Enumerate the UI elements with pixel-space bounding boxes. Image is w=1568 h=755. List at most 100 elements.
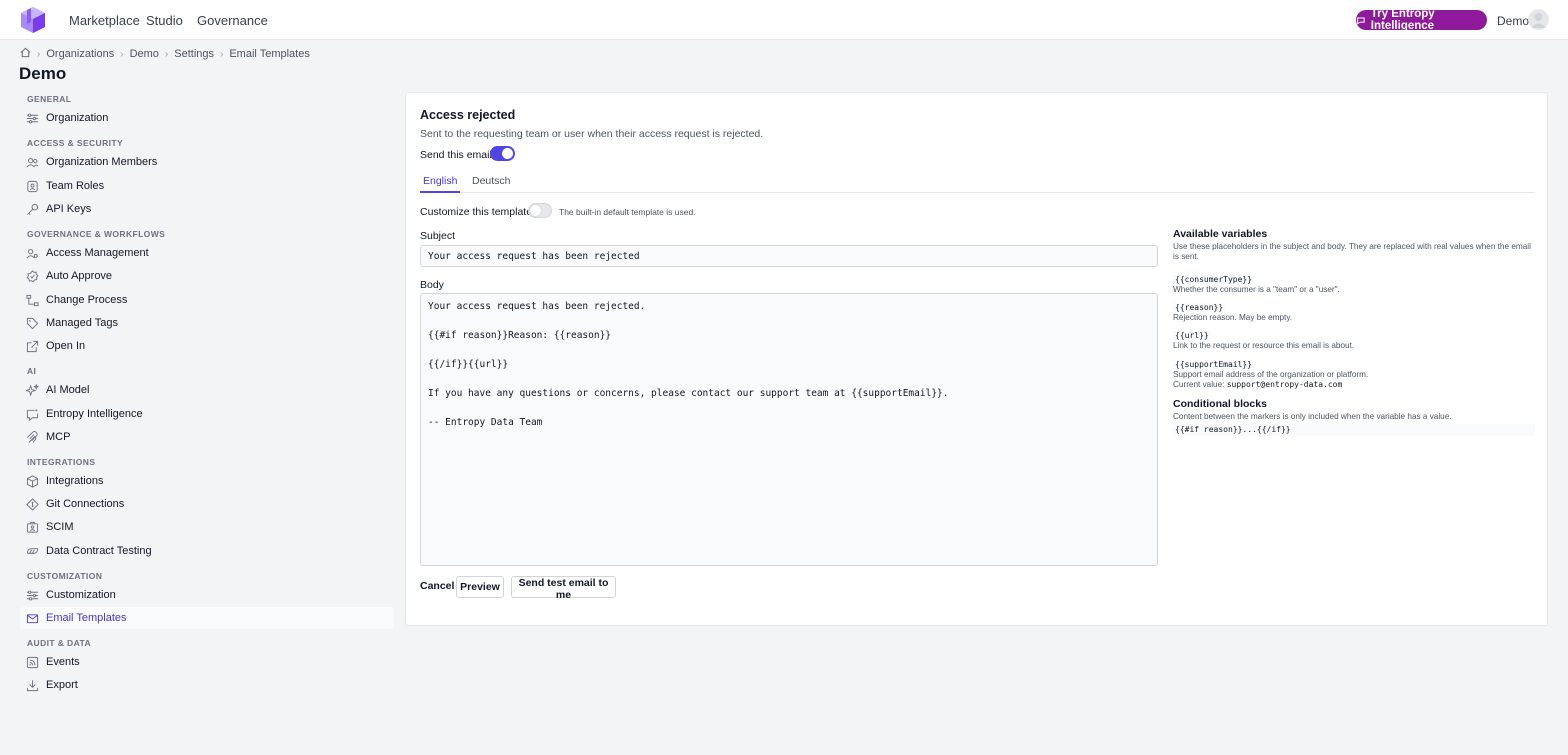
cube-icon <box>25 474 39 488</box>
try-button-label: Try Entropy Intelligence <box>1370 8 1435 32</box>
sidebar-item-label: Entropy Intelligence <box>46 408 143 420</box>
current-value-label: Current value: <box>1173 380 1225 389</box>
sidebar-item-export[interactable]: Export <box>20 674 394 696</box>
nav-governance[interactable]: Governance <box>197 13 268 28</box>
sidebar-item-label: SCIM <box>46 521 74 533</box>
sidebar-item-label: Git Connections <box>46 498 125 510</box>
sidebar-item-label: Customization <box>46 589 116 601</box>
key-icon <box>25 202 39 216</box>
sidebar-item-change-process[interactable]: Change Process <box>20 289 394 311</box>
cancel-button[interactable]: Cancel <box>420 580 454 592</box>
conditional-code: {{#if reason}}...{{/if}} <box>1173 424 1535 436</box>
variable-description: Rejection reason. May be empty. <box>1173 313 1293 322</box>
external-link-icon <box>25 339 39 353</box>
current-value: support@entropy-data.com <box>1226 380 1343 389</box>
template-description: Sent to the requesting team or user when… <box>420 128 764 140</box>
sidebar-item-auto-approve[interactable]: Auto Approve <box>20 265 394 287</box>
shield-icon <box>25 179 39 193</box>
mcp-icon <box>25 430 39 444</box>
body-textarea[interactable] <box>420 293 1158 566</box>
group-integrations: INTEGRATIONS <box>27 457 96 467</box>
sparkle-chat-icon <box>1357 17 1365 25</box>
sidebar-item-open-in[interactable]: Open In <box>20 335 394 357</box>
id-badge-icon <box>25 520 39 534</box>
sparkles-icon <box>25 383 39 397</box>
sidebar-item-label: Access Management <box>46 247 149 259</box>
sidebar-item-label: API Keys <box>46 203 92 215</box>
sidebar-item-entropy-intelligence[interactable]: Entropy Intelligence <box>20 403 394 425</box>
customize-hint: The built-in default template is used. <box>559 207 696 217</box>
send-email-toggle[interactable] <box>490 146 515 161</box>
chevron-right-icon: › <box>120 48 124 60</box>
customize-template-label: Customize this template <box>420 206 533 218</box>
sidebar-item-label: Export <box>46 679 78 691</box>
nav-marketplace[interactable]: Marketplace <box>69 13 140 28</box>
group-audit-data: AUDIT & DATA <box>27 638 91 648</box>
sidebar-item-label: Data Contract Testing <box>46 545 152 557</box>
breadcrumb-email-templates[interactable]: Email Templates <box>229 48 310 60</box>
try-entropy-intelligence-button[interactable]: Try Entropy Intelligence <box>1356 8 1487 32</box>
variable-description: Support email address of the organizatio… <box>1173 370 1369 379</box>
send-email-label: Send this email <box>420 149 492 161</box>
variable-code: {{url}} <box>1173 331 1211 340</box>
breadcrumb-organizations[interactable]: Organizations <box>46 48 114 60</box>
send-test-email-button[interactable]: Send test email to me <box>511 576 616 601</box>
subject-label: Subject <box>420 230 456 242</box>
sliders-icon <box>25 111 39 125</box>
variable-code: {{consumerType}} <box>1173 275 1255 284</box>
tags-icon <box>25 316 39 330</box>
group-ai: AI <box>27 366 37 376</box>
nav-studio[interactable]: Studio <box>146 13 183 28</box>
sidebar-item-integrations[interactable]: Integrations <box>20 470 394 492</box>
language-tabs: English Deutsch <box>420 173 1535 193</box>
sidebar-item-label: Organization <box>46 112 109 124</box>
sidebar-item-organization[interactable]: Organization <box>20 107 394 129</box>
variable-url: {{url}} Link to the request or resource … <box>1173 326 1354 351</box>
user-name[interactable]: Demo <box>1497 14 1529 28</box>
rss-icon <box>25 655 39 669</box>
sidebar-item-access-management[interactable]: Access Management <box>20 242 394 264</box>
variable-reason: {{reason}} Rejection reason. May be empt… <box>1173 298 1292 323</box>
preview-button[interactable]: Preview <box>456 576 504 598</box>
sidebar-item-team-roles[interactable]: Team Roles <box>20 175 394 197</box>
subject-input[interactable] <box>420 245 1158 267</box>
variables-title: Available variables <box>1173 228 1268 240</box>
sidebar-item-email-templates[interactable]: Email Templates <box>20 607 394 629</box>
chat-sparkle-icon <box>25 407 39 421</box>
sidebar-item-label: Integrations <box>46 475 104 487</box>
sidebar-item-events[interactable]: Events <box>20 651 394 673</box>
sidebar-item-label: Organization Members <box>46 156 158 168</box>
body-label: Body <box>420 279 444 291</box>
sidebar-item-organization-members[interactable]: Organization Members <box>20 151 394 173</box>
variable-description: Link to the request or resource this ema… <box>1173 341 1355 350</box>
entropy-logo-icon[interactable] <box>20 6 46 34</box>
group-access-security: ACCESS & SECURITY <box>27 138 124 148</box>
download-icon <box>25 678 39 692</box>
sidebar-item-api-keys[interactable]: API Keys <box>20 198 394 220</box>
conditional-blocks-title: Conditional blocks <box>1173 398 1267 410</box>
tab-english[interactable]: English <box>420 175 461 193</box>
home-icon[interactable] <box>20 47 31 61</box>
sliders-icon <box>25 588 39 602</box>
variable-code: {{reason}} <box>1173 303 1226 312</box>
sidebar-item-scim[interactable]: SCIM <box>20 516 394 538</box>
sidebar-item-customization[interactable]: Customization <box>20 584 394 606</box>
breadcrumb-demo[interactable]: Demo <box>130 48 159 60</box>
sidebar-item-ai-model[interactable]: AI Model <box>20 379 394 401</box>
customize-template-toggle[interactable] <box>528 203 552 218</box>
sidebar-item-git-connections[interactable]: Git Connections <box>20 493 394 515</box>
sidebar-item-data-contract-testing[interactable]: Data Contract Testing <box>20 540 394 562</box>
sidebar-item-label: Team Roles <box>46 180 105 192</box>
group-customization: CUSTOMIZATION <box>27 571 103 581</box>
conditional-blocks-description: Content between the markers is only incl… <box>1173 412 1452 421</box>
sidebar-item-managed-tags[interactable]: Managed Tags <box>20 312 394 334</box>
sidebar-item-mcp[interactable]: MCP <box>20 426 394 448</box>
tab-deutsch[interactable]: Deutsch <box>472 175 511 193</box>
breadcrumb-settings[interactable]: Settings <box>174 48 214 60</box>
sidebar-item-label: AI Model <box>46 384 90 396</box>
sidebar-item-label: Managed Tags <box>46 317 118 329</box>
avatar[interactable] <box>1528 9 1549 30</box>
variable-code: {{supportEmail}} <box>1173 360 1255 369</box>
users-gear-icon <box>25 246 39 260</box>
chevron-right-icon: › <box>164 48 169 60</box>
